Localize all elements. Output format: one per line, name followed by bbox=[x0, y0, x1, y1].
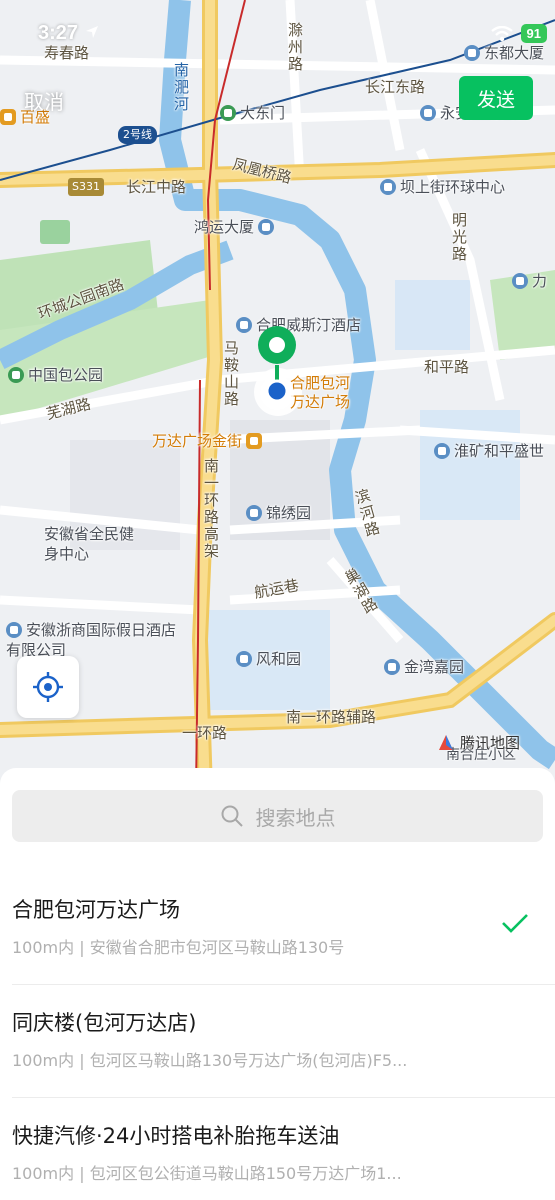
map-label-yihuan-road: 一环路 bbox=[182, 724, 228, 742]
tencent-map-logo-icon bbox=[439, 734, 453, 750]
status-time: 3:27 bbox=[38, 22, 100, 45]
hotel-icon bbox=[236, 317, 252, 333]
building-icon bbox=[258, 219, 275, 235]
map-label-jinxiu: 锦绣园 bbox=[246, 504, 311, 522]
result-title: 快捷汽修·24小时搭电补胎拖车送油 bbox=[12, 1124, 340, 1148]
map-label-changjiang-east-road: 长江东路 bbox=[365, 78, 426, 96]
list-item[interactable]: 合肥包河万达广场 100m内 | 安徽省合肥市包河区马鞍山路130号 bbox=[0, 872, 555, 985]
map-label-shouchun-road: 寿春路 bbox=[44, 44, 90, 62]
location-sheet: 搜索地点 合肥包河万达广场 100m内 | 安徽省合肥市包河区马鞍山路130号 … bbox=[0, 768, 555, 1200]
residential-icon bbox=[434, 443, 450, 459]
park-icon bbox=[8, 367, 24, 383]
residential-icon bbox=[246, 505, 262, 521]
map-label-dongdu: 东都大厦 bbox=[464, 44, 544, 62]
map-label-zheshang-hotel: 安徽浙商国际假日酒店有限公司 bbox=[6, 621, 177, 659]
map-label-nanfei-river: 南淝河 bbox=[172, 62, 190, 113]
check-icon bbox=[502, 914, 528, 933]
map-label-huaikuang: 淮矿和平盛世 bbox=[434, 442, 544, 460]
locate-me-button[interactable] bbox=[17, 656, 79, 718]
metro-line-2-badge: 2号线 bbox=[118, 126, 157, 144]
map-label-nanyi-elevated: 南一环路高架 bbox=[202, 458, 220, 560]
cancel-button[interactable]: 取消 bbox=[24, 86, 64, 115]
map-label-dadongmen: 大东门 bbox=[220, 104, 285, 122]
wifi-icon bbox=[490, 25, 513, 41]
map-label-heping-road: 和平路 bbox=[424, 358, 470, 376]
result-title: 同庆楼(包河万达店) bbox=[12, 1011, 197, 1035]
list-item[interactable]: 同庆楼(包河万达店) 100m内 | 包河区马鞍山路130号万达广场(包河店)F… bbox=[0, 985, 555, 1098]
map-label-fenghe: 风和园 bbox=[236, 650, 301, 668]
search-icon bbox=[221, 805, 243, 827]
result-title: 合肥包河万达广场 bbox=[12, 898, 180, 922]
crosshair-icon bbox=[33, 672, 63, 702]
residential-icon bbox=[236, 651, 252, 667]
map-label-hongyun: 鸿运大厦 bbox=[194, 218, 278, 236]
map-label-mingguang-road: 明光路 bbox=[450, 212, 468, 263]
map-label-maanshan-road: 马鞍山路 bbox=[222, 340, 240, 408]
list-item[interactable]: 快捷汽修·24小时搭电补胎拖车送油 100m内 | 包河区包公街道马鞍山路150… bbox=[0, 1098, 555, 1200]
map-pin-icon bbox=[258, 326, 296, 410]
map-provider-logo: 腾讯地图 bbox=[436, 732, 520, 753]
building-icon bbox=[420, 105, 436, 121]
highway-s331-badge: S331 bbox=[68, 178, 104, 196]
result-subtitle: 100m内 | 安徽省合肥市包河区马鞍山路130号 bbox=[12, 938, 345, 957]
send-button[interactable]: 发送 bbox=[459, 76, 533, 120]
shopping-icon bbox=[246, 433, 263, 449]
search-placeholder: 搜索地点 bbox=[255, 805, 336, 830]
map-label-jinwan: 金湾嘉园 bbox=[384, 658, 464, 676]
result-subtitle: 100m内 | 包河区马鞍山路130号万达广场(包河店)F5... bbox=[12, 1051, 408, 1070]
building-icon bbox=[464, 45, 480, 61]
location-pin bbox=[253, 325, 303, 419]
location-arrow-icon bbox=[85, 26, 98, 38]
building-icon bbox=[380, 179, 396, 195]
residential-icon bbox=[384, 659, 400, 675]
status-indicators: 91 bbox=[490, 24, 547, 43]
map-label-li: 力 bbox=[512, 272, 547, 290]
battery-icon: 91 bbox=[520, 24, 547, 43]
result-subtitle: 100m内 | 包河区包公街道马鞍山路150号万达广场1... bbox=[12, 1164, 402, 1183]
map-label-chuzhou-road: 滁州路 bbox=[286, 22, 304, 73]
building-icon bbox=[512, 273, 528, 289]
shopping-icon bbox=[0, 109, 16, 125]
search-input[interactable]: 搜索地点 bbox=[12, 790, 543, 842]
hotel-icon bbox=[6, 622, 22, 638]
map-label-nanyihuan-aux-road: 南一环路辅路 bbox=[286, 708, 377, 726]
map-label-bashangjie: 坝上街环球中心 bbox=[380, 178, 505, 196]
metro-station-icon bbox=[220, 105, 236, 121]
map-label-baogong-park: 中国包公园 bbox=[8, 366, 103, 384]
map-label-fitness-center: 安徽省全民健身中心 bbox=[44, 525, 135, 563]
map-label-wanda-golden-street: 万达广场金街 bbox=[152, 432, 266, 450]
map-label-changjiang-middle-road: 长江中路 bbox=[126, 178, 187, 196]
